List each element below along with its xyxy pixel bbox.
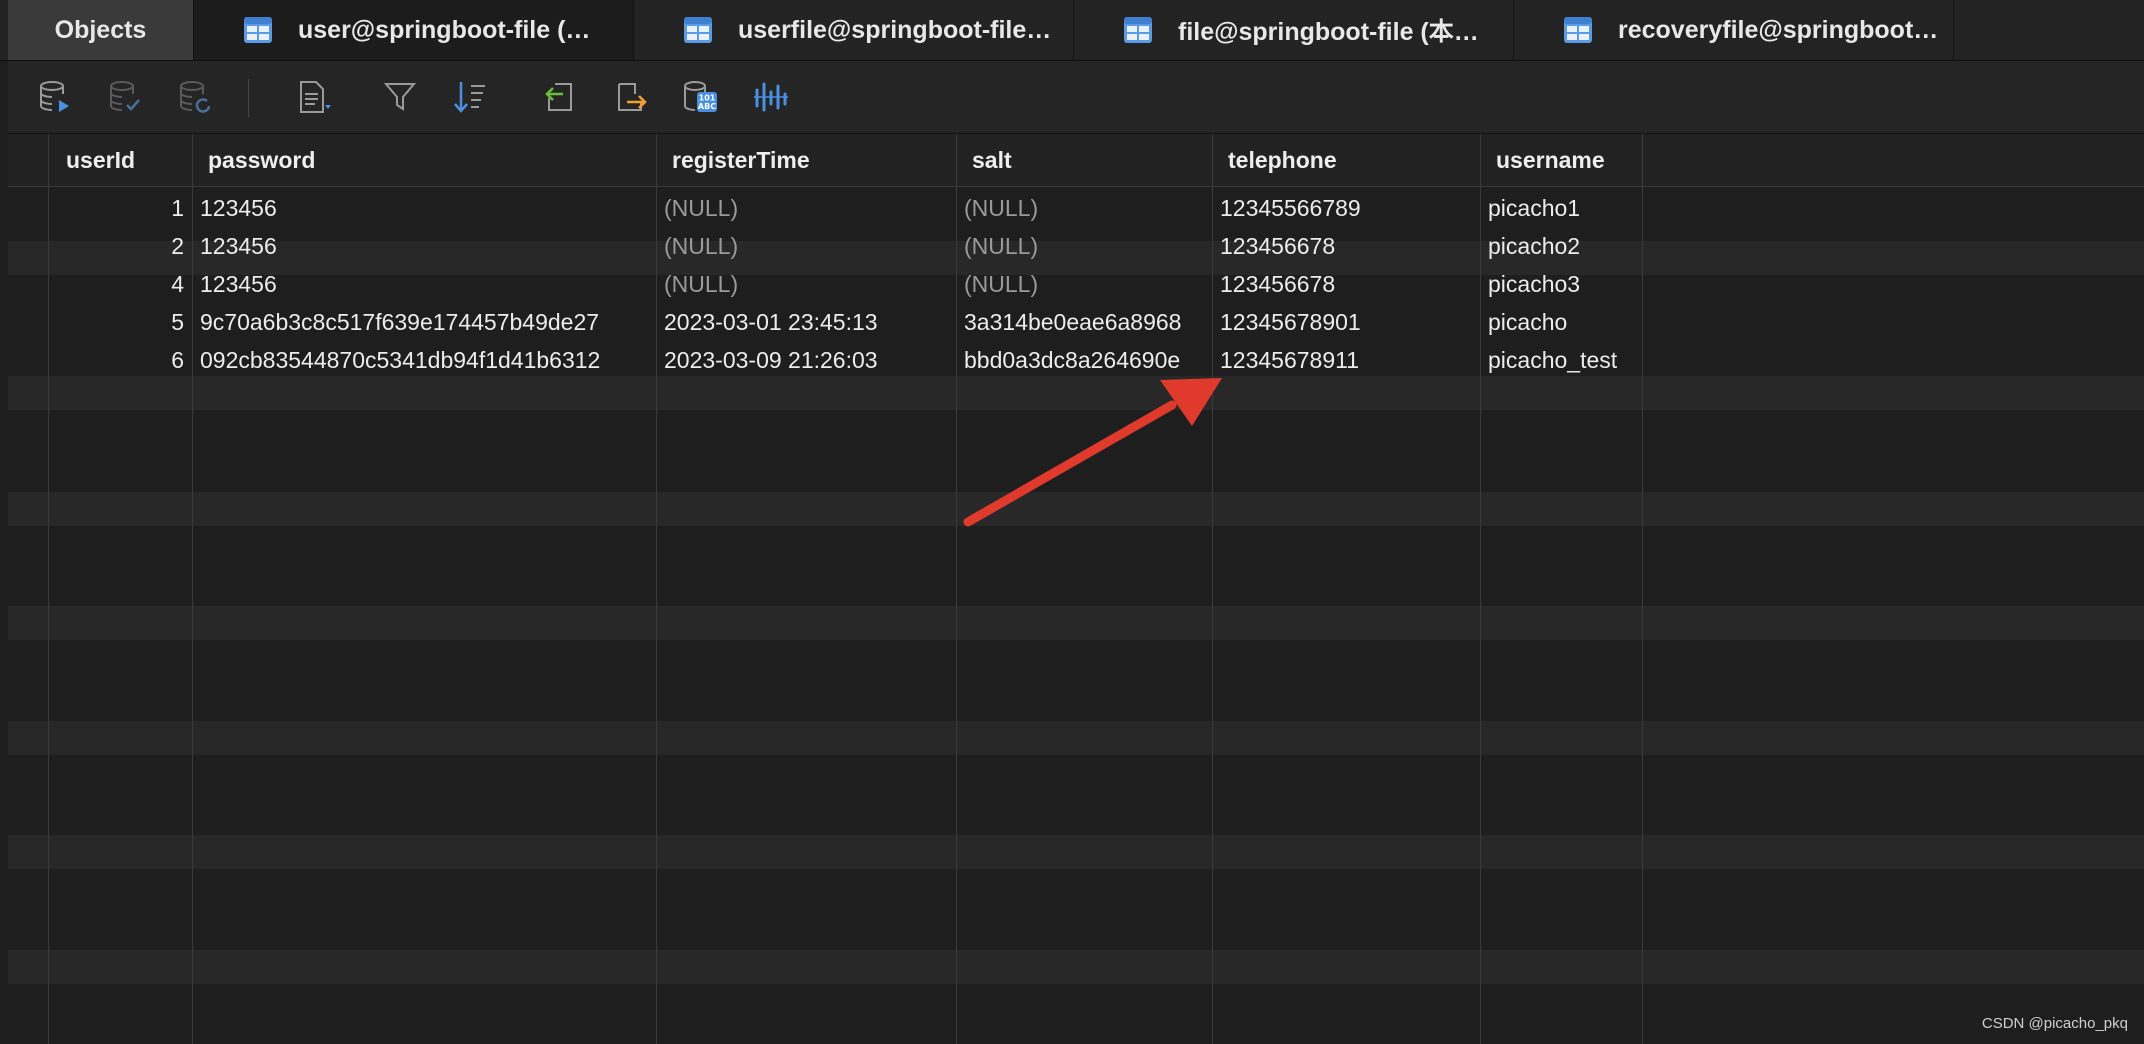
watermark: CSDN @picacho_pkq xyxy=(1981,1015,2128,1032)
table-icon xyxy=(1124,17,1152,43)
cell-telephone[interactable]: 123456678 xyxy=(1212,265,1480,303)
cell-username[interactable]: picacho3 xyxy=(1480,265,1642,303)
tab-file-table[interactable]: file@springboot-file (本… xyxy=(1074,0,1514,60)
document-dropdown-icon[interactable] xyxy=(294,77,334,117)
data-generation-icon[interactable]: 101 ABC xyxy=(680,77,720,117)
cell-password[interactable]: 9c70a6b3c8c517f639e174457b49de27 xyxy=(192,303,656,341)
filter-icon[interactable] xyxy=(380,77,420,117)
data-grid: userId password registerTime salt teleph… xyxy=(8,134,2144,1044)
column-header-telephone[interactable]: telephone xyxy=(1220,134,1488,186)
row-stripe xyxy=(8,835,2144,869)
table-row[interactable]: 4 123456 (NULL) (NULL) 123456678 picacho… xyxy=(8,265,2144,303)
tab-label: file@springboot-file (本… xyxy=(1178,18,1479,46)
table-icon xyxy=(684,17,712,43)
tab-bar: Objects user@springboot-file (… userfile… xyxy=(0,0,2144,61)
column-header-username[interactable]: username xyxy=(1488,134,1650,186)
column-header-salt[interactable]: salt xyxy=(964,134,1220,186)
cell-registertime[interactable]: (NULL) xyxy=(656,227,956,265)
cell-telephone[interactable]: 12345566789 xyxy=(1212,189,1480,227)
table-row[interactable]: 1 123456 (NULL) (NULL) 12345566789 picac… xyxy=(8,189,2144,227)
table-row[interactable]: 2 123456 (NULL) (NULL) 123456678 picacho… xyxy=(8,227,2144,265)
column-header-userid[interactable]: userId xyxy=(58,134,200,186)
chart-icon[interactable] xyxy=(750,77,790,117)
database-run-icon[interactable] xyxy=(36,77,76,117)
cell-username[interactable]: picacho_test xyxy=(1480,341,1642,379)
toolbar: 101 ABC xyxy=(8,61,2144,134)
cell-telephone[interactable]: 12345678901 xyxy=(1212,303,1480,341)
table-icon xyxy=(244,17,272,43)
row-stripe xyxy=(8,492,2144,526)
column-header-password[interactable]: password xyxy=(200,134,664,186)
grid-header: userId password registerTime salt teleph… xyxy=(8,134,2144,187)
import-icon[interactable] xyxy=(540,77,580,117)
cell-userid[interactable]: 5 xyxy=(50,303,192,341)
tab-label: user@springboot-file (… xyxy=(298,15,591,44)
column-header-registertime[interactable]: registerTime xyxy=(664,134,964,186)
database-commit-icon[interactable] xyxy=(106,77,146,117)
sort-icon[interactable] xyxy=(450,77,490,117)
tab-recoveryfile-table[interactable]: recoveryfile@springboot… xyxy=(1514,0,1954,60)
tab-label: userfile@springboot-file… xyxy=(738,15,1052,44)
row-stripe xyxy=(8,376,2144,410)
export-icon[interactable] xyxy=(610,77,650,117)
row-stripe xyxy=(8,721,2144,755)
table-row[interactable]: 6 092cb83544870c5341db94f1d41b6312 2023-… xyxy=(8,341,2144,379)
cell-userid[interactable]: 6 xyxy=(50,341,192,379)
svg-text:ABC: ABC xyxy=(698,102,716,111)
cell-username[interactable]: picacho1 xyxy=(1480,189,1642,227)
tab-user-table[interactable]: user@springboot-file (… xyxy=(194,0,634,60)
tab-label: Objects xyxy=(54,15,147,44)
cell-password[interactable]: 123456 xyxy=(192,265,656,303)
cell-password[interactable]: 092cb83544870c5341db94f1d41b6312 xyxy=(192,341,656,379)
cell-registertime[interactable]: 2023-03-09 21:26:03 xyxy=(656,341,956,379)
cell-telephone[interactable]: 12345678911 xyxy=(1212,341,1480,379)
cell-registertime[interactable]: (NULL) xyxy=(656,265,956,303)
cell-password[interactable]: 123456 xyxy=(192,189,656,227)
database-refresh-icon[interactable] xyxy=(176,77,216,117)
cell-registertime[interactable]: (NULL) xyxy=(656,189,956,227)
cell-salt[interactable]: (NULL) xyxy=(956,189,1212,227)
cell-salt[interactable]: (NULL) xyxy=(956,265,1212,303)
cell-userid[interactable]: 1 xyxy=(50,189,192,227)
cell-userid[interactable]: 2 xyxy=(50,227,192,265)
tab-label: recoveryfile@springboot… xyxy=(1618,15,1939,44)
cell-username[interactable]: picacho xyxy=(1480,303,1642,341)
cell-salt[interactable]: bbd0a3dc8a264690e xyxy=(956,341,1212,379)
cell-registertime[interactable]: 2023-03-01 23:45:13 xyxy=(656,303,956,341)
toolbar-separator xyxy=(248,79,249,117)
table-icon xyxy=(1564,17,1592,43)
cell-salt[interactable]: (NULL) xyxy=(956,227,1212,265)
row-stripe xyxy=(8,950,2144,984)
cell-telephone[interactable]: 123456678 xyxy=(1212,227,1480,265)
cell-userid[interactable]: 4 xyxy=(50,265,192,303)
tab-userfile-table[interactable]: userfile@springboot-file… xyxy=(634,0,1074,60)
row-stripe xyxy=(8,606,2144,640)
cell-salt[interactable]: 3a314be0eae6a8968 xyxy=(956,303,1212,341)
cell-username[interactable]: picacho2 xyxy=(1480,227,1642,265)
tab-objects[interactable]: Objects xyxy=(8,0,194,60)
table-row[interactable]: 5 9c70a6b3c8c517f639e174457b49de27 2023-… xyxy=(8,303,2144,341)
cell-password[interactable]: 123456 xyxy=(192,227,656,265)
